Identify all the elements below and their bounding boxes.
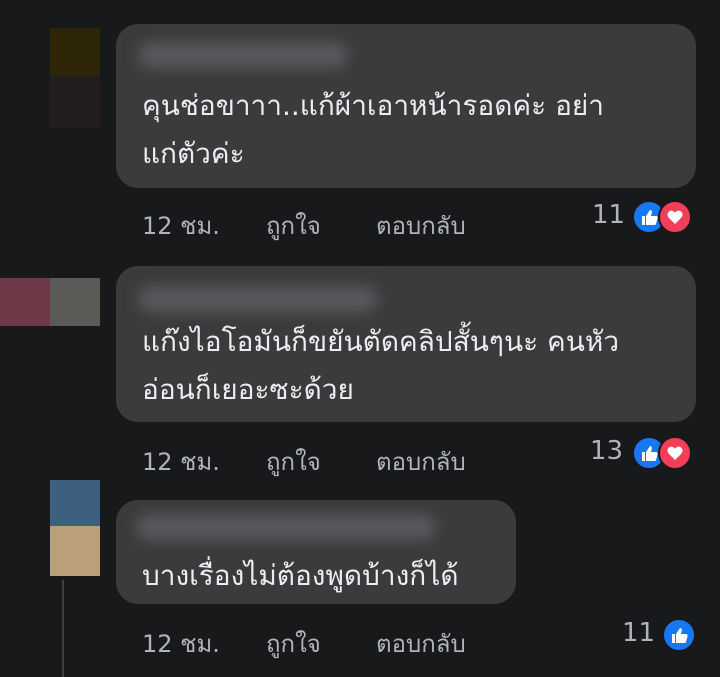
author-name-redacted[interactable] <box>138 42 348 68</box>
author-name-redacted[interactable] <box>136 514 436 540</box>
comment-actions: 12 ชม. ถูกใจ ตอบกลับ <box>142 442 542 476</box>
comment-bubble: บางเรื่องไม่ต้องพูดบ้างก็ได้ <box>116 500 516 604</box>
reply-button[interactable]: ตอบกลับ <box>376 206 466 245</box>
comment-actions: 12 ชม. ถูกใจ ตอบกลับ <box>142 206 542 240</box>
reaction-count: 13 <box>590 436 624 466</box>
like-icon <box>662 618 696 652</box>
timestamp[interactable]: 12 ชม. <box>142 624 220 663</box>
comment-text: บางเรื่องไม่ต้องพูดบ้างก็ได้ <box>142 559 459 592</box>
reply-button[interactable]: ตอบกลับ <box>376 624 466 663</box>
like-button[interactable]: ถูกใจ <box>266 206 321 245</box>
reply-button[interactable]: ตอบกลับ <box>376 442 466 481</box>
like-button[interactable]: ถูกใจ <box>266 442 321 481</box>
comment-actions: 12 ชม. ถูกใจ ตอบกลับ <box>142 624 542 658</box>
love-icon <box>658 436 692 470</box>
avatar[interactable] <box>50 480 100 576</box>
reaction-summary[interactable]: 13 <box>590 436 702 470</box>
comment-text: คุนช่อขาาา..แก้ผ้าเอาหน้ารอดค่ะ อย่า แก่… <box>142 89 605 170</box>
reaction-summary[interactable]: 11 <box>592 200 702 234</box>
reaction-count: 11 <box>622 618 656 648</box>
timestamp[interactable]: 12 ชม. <box>142 206 220 245</box>
comment-bubble: แก๊งไอโอมันก็ขยันตัดคลิปสั้นๆนะ คนหัว อ่… <box>116 266 696 422</box>
comment-text: แก๊งไอโอมันก็ขยันตัดคลิปสั้นๆนะ คนหัว อ่… <box>142 325 620 406</box>
like-button[interactable]: ถูกใจ <box>266 624 321 663</box>
comment-bubble: คุนช่อขาาา..แก้ผ้าเอาหน้ารอดค่ะ อย่า แก่… <box>116 24 696 188</box>
timestamp[interactable]: 12 ชม. <box>142 442 220 481</box>
love-icon <box>658 200 692 234</box>
reaction-summary[interactable]: 11 <box>622 618 702 652</box>
avatar[interactable] <box>0 278 100 326</box>
thread-line <box>62 580 64 677</box>
author-name-redacted[interactable] <box>138 286 378 312</box>
reaction-count: 11 <box>592 200 626 230</box>
avatar[interactable] <box>50 28 100 128</box>
